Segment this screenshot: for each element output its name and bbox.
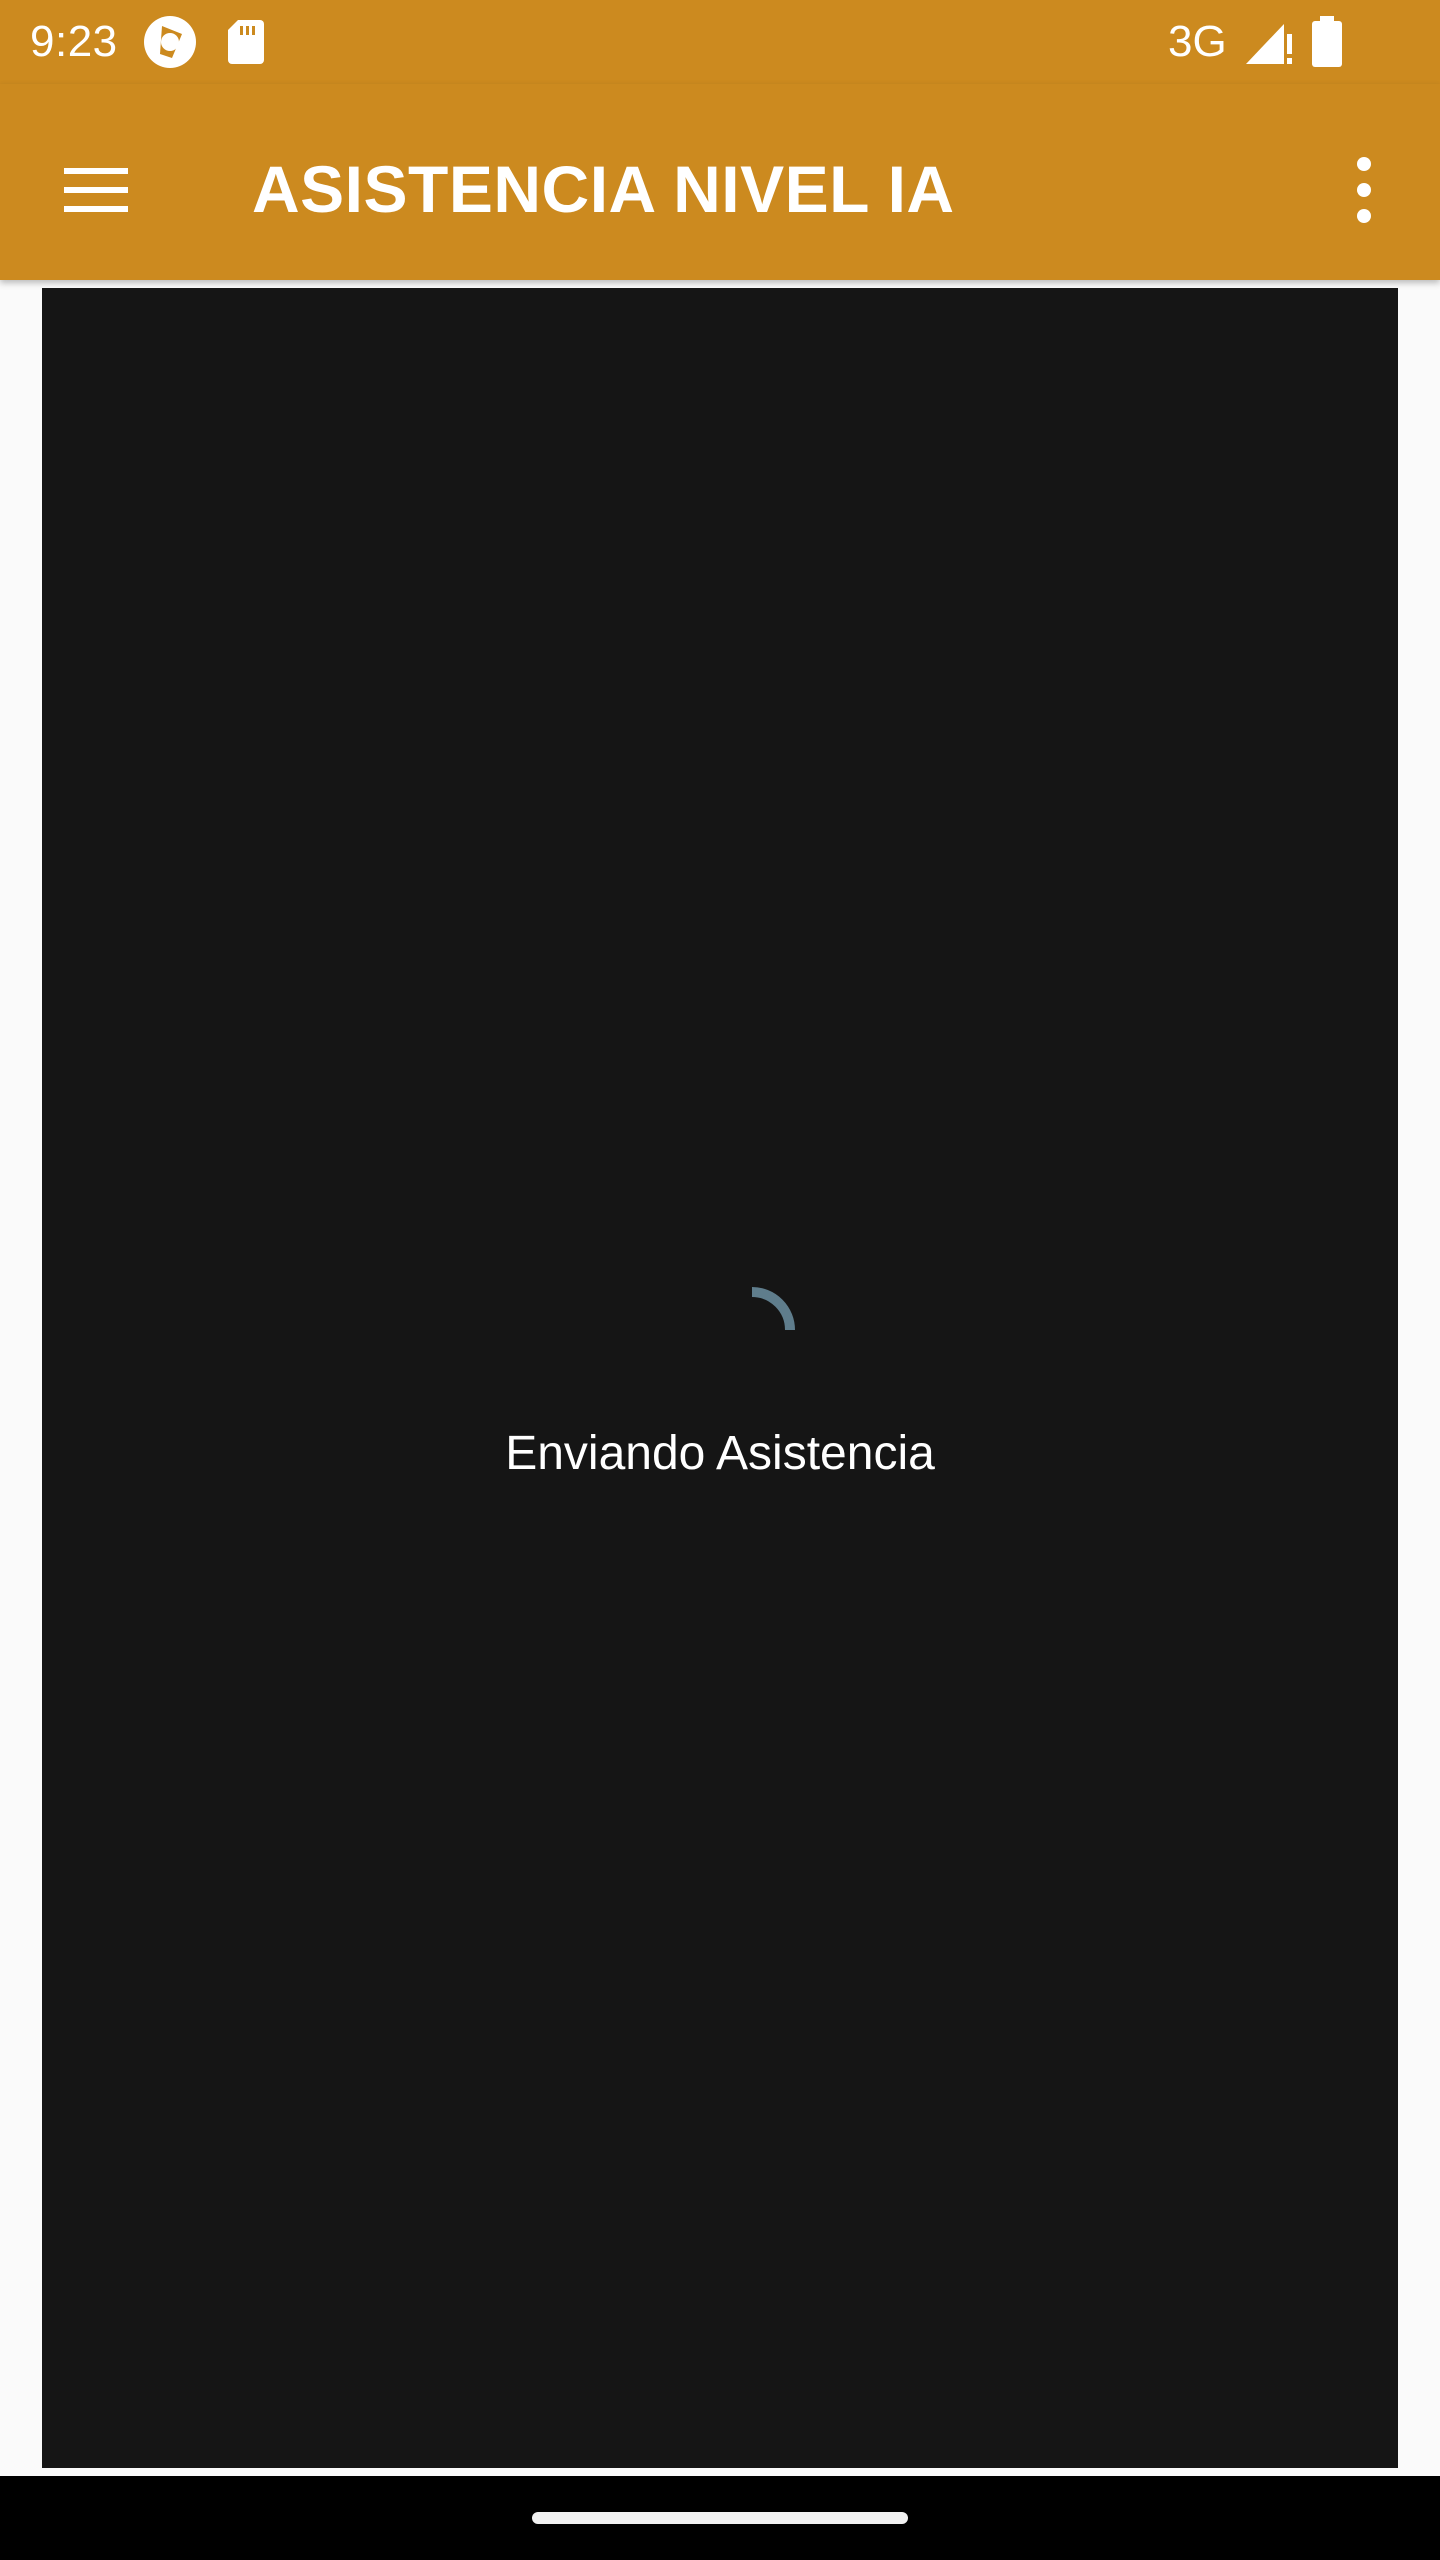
home-handle[interactable] <box>532 2512 908 2524</box>
app-title: ASISTENCIA NIVEL IA <box>252 152 955 226</box>
sd-card-icon <box>228 20 264 64</box>
network-type: 3G <box>1168 17 1227 66</box>
battery-icon <box>1312 16 1342 67</box>
status-bar: 9:23 3G <box>0 0 1440 84</box>
status-time: 9:23 <box>30 17 118 66</box>
loading-panel: Enviando Asistencia <box>42 288 1398 2468</box>
app-bar: ASISTENCIA NIVEL IA <box>0 84 1440 280</box>
app-notification-icon <box>144 16 196 68</box>
signal-icon <box>1246 24 1292 64</box>
navigation-bar <box>0 2476 1440 2560</box>
loading-spinner-icon <box>751 1287 795 1331</box>
menu-icon[interactable] <box>40 142 136 238</box>
more-vert-icon[interactable] <box>1316 142 1412 238</box>
loading-text: Enviando Asistencia <box>505 1427 935 1480</box>
